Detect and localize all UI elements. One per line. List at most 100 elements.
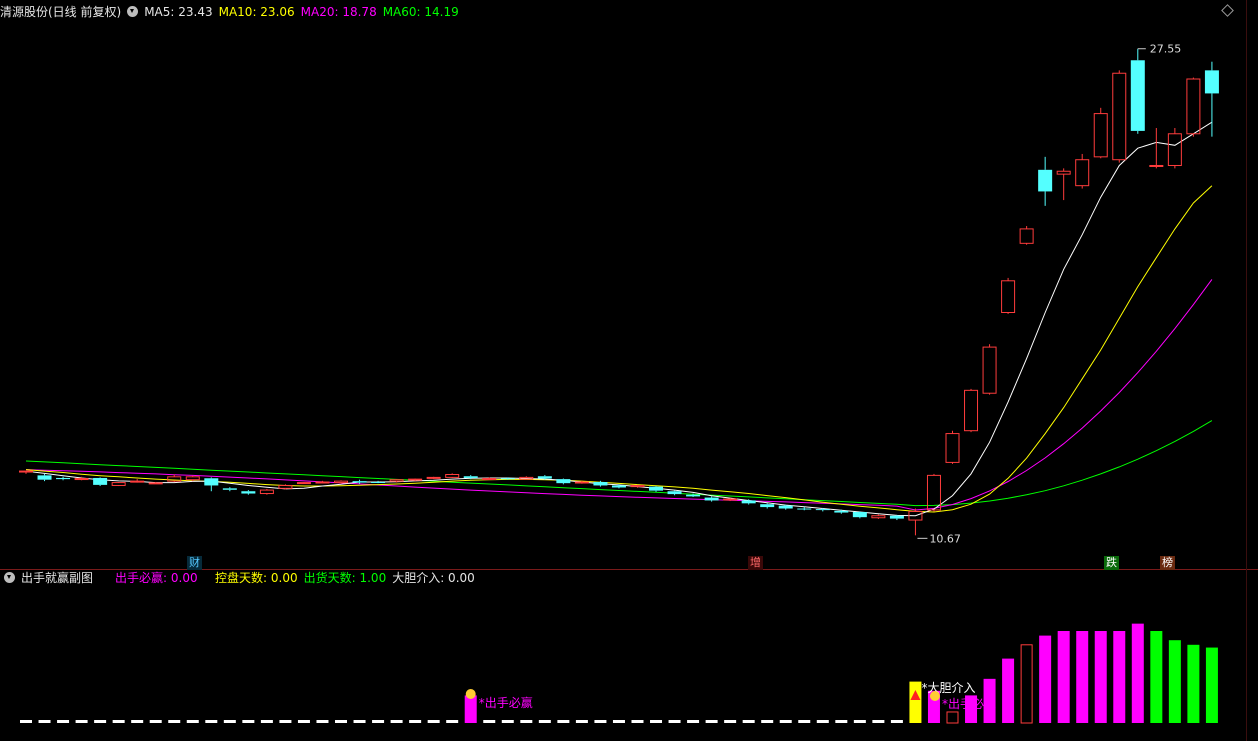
indicator-title[interactable]: 出手就赢副图 <box>21 571 93 585</box>
candle-body <box>537 476 552 479</box>
indicator-bar <box>446 720 459 723</box>
indicator-bar <box>75 720 88 723</box>
indicator-bar <box>186 720 199 723</box>
indicator-bar <box>520 720 533 723</box>
candle-body <box>334 480 349 484</box>
indicator-bar <box>223 720 236 723</box>
indicator-bar <box>1150 631 1163 723</box>
candle-body <box>204 478 219 486</box>
dropdown-circle-icon[interactable] <box>4 572 15 583</box>
candle-body <box>704 497 719 501</box>
candle-body <box>741 500 756 504</box>
indicator-bar <box>668 720 681 723</box>
indicator-bar <box>798 720 811 723</box>
candle-body <box>815 509 830 511</box>
candle-body <box>778 505 793 509</box>
indicator-bar <box>20 720 32 723</box>
candle-body <box>1186 78 1201 135</box>
indicator-bar <box>94 720 107 723</box>
indicator-bar <box>909 681 922 723</box>
candle-body <box>463 476 478 478</box>
indicator-value-4: 大胆介入: 0.00 <box>392 571 475 585</box>
candle-body <box>1001 280 1016 314</box>
candle-body <box>889 515 904 519</box>
indicator-bar <box>149 720 162 723</box>
sub-chart-header: 出手就赢副图 出手必赢: 0.00 控盘天数: 0.00 出货天数: 1.00 大胆介… <box>0 567 481 589</box>
candle-body <box>482 478 497 481</box>
candle-body <box>982 346 997 394</box>
indicator-bar <box>1039 635 1052 723</box>
indicator-bar <box>631 720 644 723</box>
indicator-bar <box>112 720 125 723</box>
candle-body <box>556 479 571 484</box>
indicator-value-1: 出手必赢: 0.00 <box>115 571 198 585</box>
indicator-bar <box>205 720 218 723</box>
indicator-bar <box>761 720 774 723</box>
candle-body <box>426 476 441 479</box>
indicator-value-2: 控盘天数: 0.00 <box>215 571 298 585</box>
indicator-bar <box>1002 658 1015 723</box>
candle-body <box>500 478 515 480</box>
indicator-bar <box>742 720 755 723</box>
indicator-bar <box>1168 640 1181 723</box>
indicator-bar <box>687 720 700 723</box>
indicator-bar <box>946 711 959 724</box>
indicator-bar <box>1187 644 1200 723</box>
candle-body <box>667 491 682 495</box>
candle-body <box>723 498 738 501</box>
candle-body <box>445 474 460 478</box>
high-label: 27.55 <box>1150 43 1182 56</box>
candle-body <box>56 477 71 480</box>
candle-body <box>259 489 274 495</box>
candle-body <box>278 484 293 489</box>
candle-body <box>1019 228 1034 244</box>
drop-marker[interactable]: 跌 <box>1104 556 1119 570</box>
indicator-bar <box>390 720 403 723</box>
indicator-bar <box>297 720 310 723</box>
low-label: 10.67 <box>929 532 961 545</box>
candle-body <box>1038 169 1053 192</box>
indicator-bar <box>724 720 737 723</box>
ranking-marker[interactable]: 榜 <box>1160 556 1175 570</box>
indicator-bar <box>779 720 792 723</box>
ma10-line <box>25 185 1213 513</box>
candle-body <box>296 482 311 485</box>
ma5-line <box>25 121 1213 517</box>
indicator-bar <box>501 720 514 723</box>
candle-body <box>185 476 200 481</box>
candle-body <box>352 481 367 483</box>
indicator-bar <box>890 720 903 723</box>
indicator-bar <box>650 720 663 723</box>
indicator-bar <box>483 720 496 723</box>
indicator-bar <box>1076 631 1089 723</box>
candle-body <box>19 470 33 473</box>
indicator-bar <box>816 720 829 723</box>
candle-body <box>241 491 256 494</box>
candle-body <box>852 511 867 518</box>
indicator-bar <box>168 720 181 723</box>
indicator-bar <box>1113 631 1126 723</box>
candle-body <box>371 482 386 484</box>
indicator-bar <box>557 720 570 723</box>
indicator-bar <box>1205 647 1218 723</box>
indicator-bar <box>612 720 625 723</box>
indicator-bar <box>38 720 51 723</box>
increase-marker[interactable]: 增 <box>748 556 763 570</box>
candle-body <box>593 482 608 486</box>
indicator-bar <box>594 720 607 723</box>
candle-body <box>148 482 163 485</box>
candle-body <box>408 478 423 481</box>
candle-body <box>1112 72 1127 161</box>
indicator-bar <box>853 720 866 723</box>
candlestick-chart[interactable]: 27.5510.67*出手必赢*大胆介入*出手必赢 <box>0 0 1258 741</box>
money-bag-icon <box>929 691 940 701</box>
indicator-bar <box>409 720 422 723</box>
indicator-bar <box>705 720 718 723</box>
candle-body <box>74 478 89 481</box>
candle-body <box>1093 113 1108 158</box>
candle-body <box>1130 60 1145 131</box>
candle-body <box>130 480 145 483</box>
candle-body <box>1149 164 1164 167</box>
indicator-value-3: 出货天数: 1.00 <box>303 571 387 585</box>
signal-label: *大胆介入 <box>921 681 975 695</box>
